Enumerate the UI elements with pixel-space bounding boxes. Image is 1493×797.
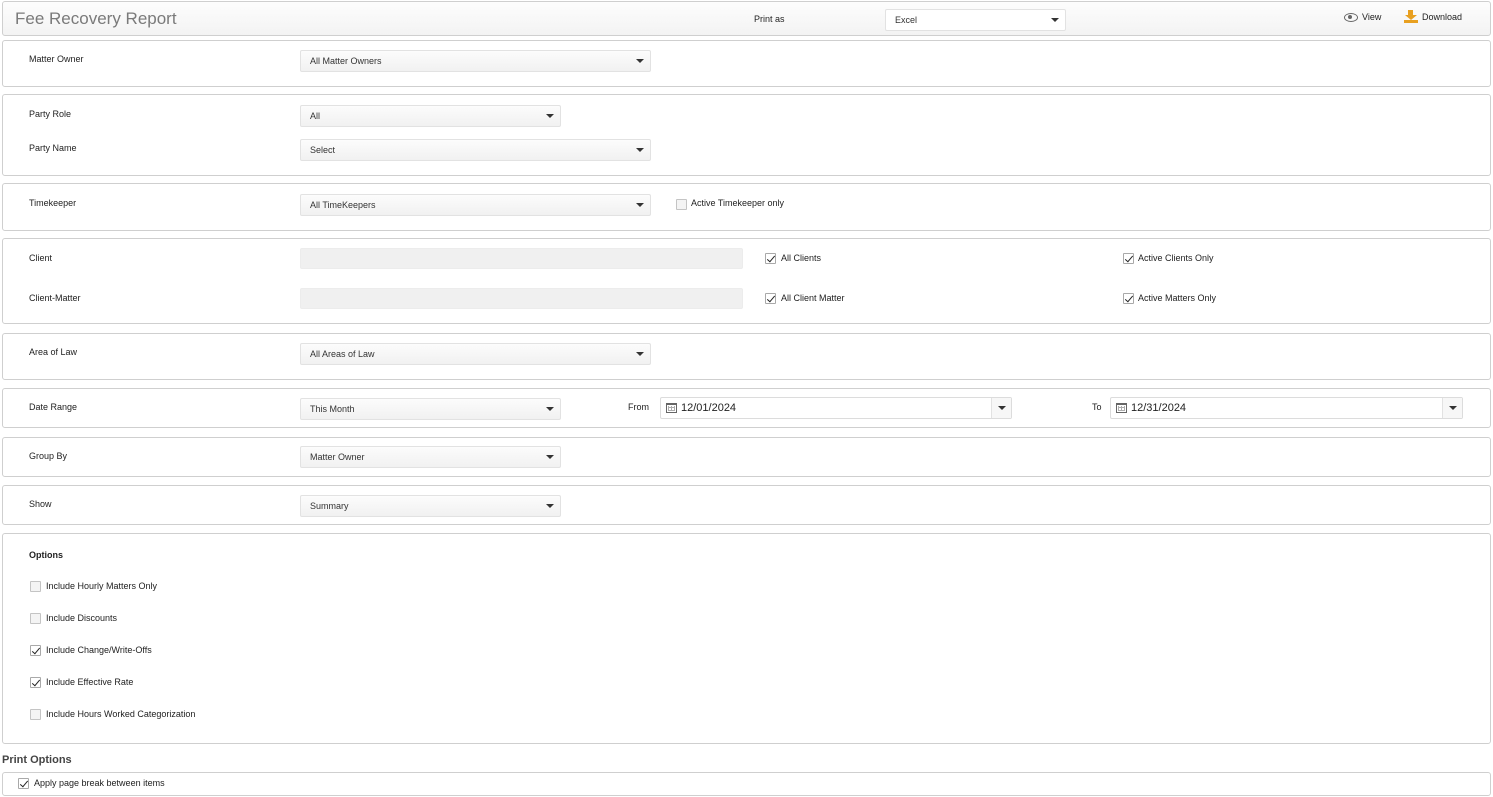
- party-name-value: Select: [310, 145, 336, 155]
- timekeeper-section: Timekeeper All TimeKeepers Active Timeke…: [2, 183, 1491, 231]
- from-date-value: 12/01/2024: [681, 402, 737, 414]
- all-clients-checkbox[interactable]: [765, 253, 776, 264]
- all-clients-label: All Clients: [781, 253, 822, 263]
- active-clients-label: Active Clients Only: [1138, 253, 1214, 263]
- all-client-matter-checkbox[interactable]: [765, 293, 776, 304]
- to-date-value: 12/31/2024: [1131, 402, 1187, 414]
- include-effective-rate-checkbox[interactable]: [30, 677, 41, 688]
- party-role-value: All: [310, 111, 321, 121]
- timekeeper-value: All TimeKeepers: [310, 200, 376, 210]
- view-button[interactable]: View: [1344, 12, 1381, 22]
- active-clients-checkbox[interactable]: [1123, 253, 1134, 264]
- options-title: Options: [29, 550, 63, 560]
- report-header: Fee Recovery Report Print as Excel View …: [2, 1, 1491, 36]
- client-matter-label: Client-Matter: [29, 293, 81, 303]
- eye-icon: [1344, 12, 1358, 22]
- download-label: Download: [1422, 11, 1463, 22]
- download-button[interactable]: Download: [1404, 10, 1462, 23]
- matter-owner-value: All Matter Owners: [310, 56, 382, 66]
- date-range-label: Date Range: [29, 402, 78, 412]
- timekeeper-select[interactable]: All TimeKeepers: [300, 194, 651, 216]
- print-as-label: Print as: [754, 14, 785, 24]
- chevron-down-icon: [636, 352, 644, 356]
- party-name-label: Party Name: [29, 143, 77, 153]
- area-of-law-section: Area of Law All Areas of Law: [2, 333, 1491, 380]
- view-label: View: [1362, 12, 1382, 22]
- include-hourly-matters-checkbox[interactable]: [30, 581, 41, 592]
- chevron-down-icon: [636, 203, 644, 207]
- date-range-value: This Month: [310, 404, 355, 414]
- all-client-matter-label: All Client Matter: [781, 293, 845, 303]
- active-matters-label: Active Matters Only: [1138, 293, 1217, 303]
- matter-owner-label: Matter Owner: [29, 54, 84, 64]
- active-timekeeper-label: Active Timekeeper only: [691, 198, 785, 208]
- show-select[interactable]: Summary: [300, 495, 561, 517]
- group-by-section: Group By Matter Owner: [2, 437, 1491, 477]
- party-section: Party Role All Party Name Select: [2, 94, 1491, 176]
- page-break-label: Apply page break between items: [34, 778, 165, 788]
- include-write-offs-label: Include Change/Write-Offs: [46, 645, 152, 655]
- print-as-select[interactable]: Excel: [885, 9, 1066, 31]
- party-role-select[interactable]: All: [300, 105, 561, 127]
- calendar-icon: [666, 403, 677, 413]
- party-name-select[interactable]: Select: [300, 139, 651, 161]
- include-hours-worked-checkbox[interactable]: [30, 709, 41, 720]
- chevron-down-icon: [636, 59, 644, 63]
- include-write-offs-checkbox[interactable]: [30, 645, 41, 656]
- include-discounts-checkbox[interactable]: [30, 613, 41, 624]
- matter-owner-section: Matter Owner All Matter Owners: [2, 40, 1491, 87]
- client-section: Client All Clients Active Clients Only C…: [2, 238, 1491, 324]
- from-date-picker[interactable]: 12/01/2024: [660, 397, 1012, 419]
- chevron-down-icon: [636, 148, 644, 152]
- print-as-value: Excel: [895, 15, 918, 25]
- party-role-label: Party Role: [29, 109, 72, 119]
- print-options-section: Apply page break between items: [2, 772, 1491, 796]
- to-label: To: [1092, 402, 1102, 412]
- group-by-select[interactable]: Matter Owner: [300, 446, 561, 468]
- calendar-icon: [1116, 403, 1127, 413]
- chevron-down-icon: [1051, 18, 1059, 22]
- group-by-label: Group By: [29, 451, 68, 461]
- include-hourly-matters-label: Include Hourly Matters Only: [46, 581, 158, 591]
- area-of-law-label: Area of Law: [29, 347, 78, 357]
- include-hours-worked-label: Include Hours Worked Categorization: [46, 709, 196, 719]
- date-range-select[interactable]: This Month: [300, 398, 561, 420]
- date-range-section: Date Range This Month From 12/01/2024 To…: [2, 388, 1491, 428]
- chevron-down-icon: [546, 114, 554, 118]
- client-label: Client: [29, 253, 53, 263]
- from-label: From: [628, 402, 649, 412]
- include-effective-rate-label: Include Effective Rate: [46, 677, 134, 687]
- to-date-picker[interactable]: 12/31/2024: [1110, 397, 1463, 419]
- chevron-down-icon: [546, 455, 554, 459]
- show-label: Show: [29, 499, 52, 509]
- print-options-title: Print Options: [2, 754, 72, 766]
- area-of-law-value: All Areas of Law: [310, 349, 375, 359]
- active-timekeeper-checkbox[interactable]: [676, 199, 687, 210]
- chevron-down-icon: [546, 407, 554, 411]
- show-value: Summary: [310, 501, 349, 511]
- options-section: Options Include Hourly Matters Only Incl…: [2, 533, 1491, 744]
- area-of-law-select[interactable]: All Areas of Law: [300, 343, 651, 365]
- page-break-checkbox[interactable]: [18, 778, 29, 789]
- download-icon: [1404, 10, 1418, 23]
- chevron-down-icon: [546, 504, 554, 508]
- active-matters-checkbox[interactable]: [1123, 293, 1134, 304]
- include-discounts-label: Include Discounts: [46, 613, 118, 623]
- from-date-dropdown-button[interactable]: [991, 398, 1011, 418]
- page-title: Fee Recovery Report: [15, 9, 177, 28]
- timekeeper-label: Timekeeper: [29, 198, 77, 208]
- group-by-value: Matter Owner: [310, 452, 365, 462]
- client-matter-input[interactable]: [300, 288, 743, 309]
- to-date-dropdown-button[interactable]: [1442, 398, 1462, 418]
- client-input[interactable]: [300, 248, 743, 269]
- matter-owner-select[interactable]: All Matter Owners: [300, 50, 651, 72]
- show-section: Show Summary: [2, 485, 1491, 525]
